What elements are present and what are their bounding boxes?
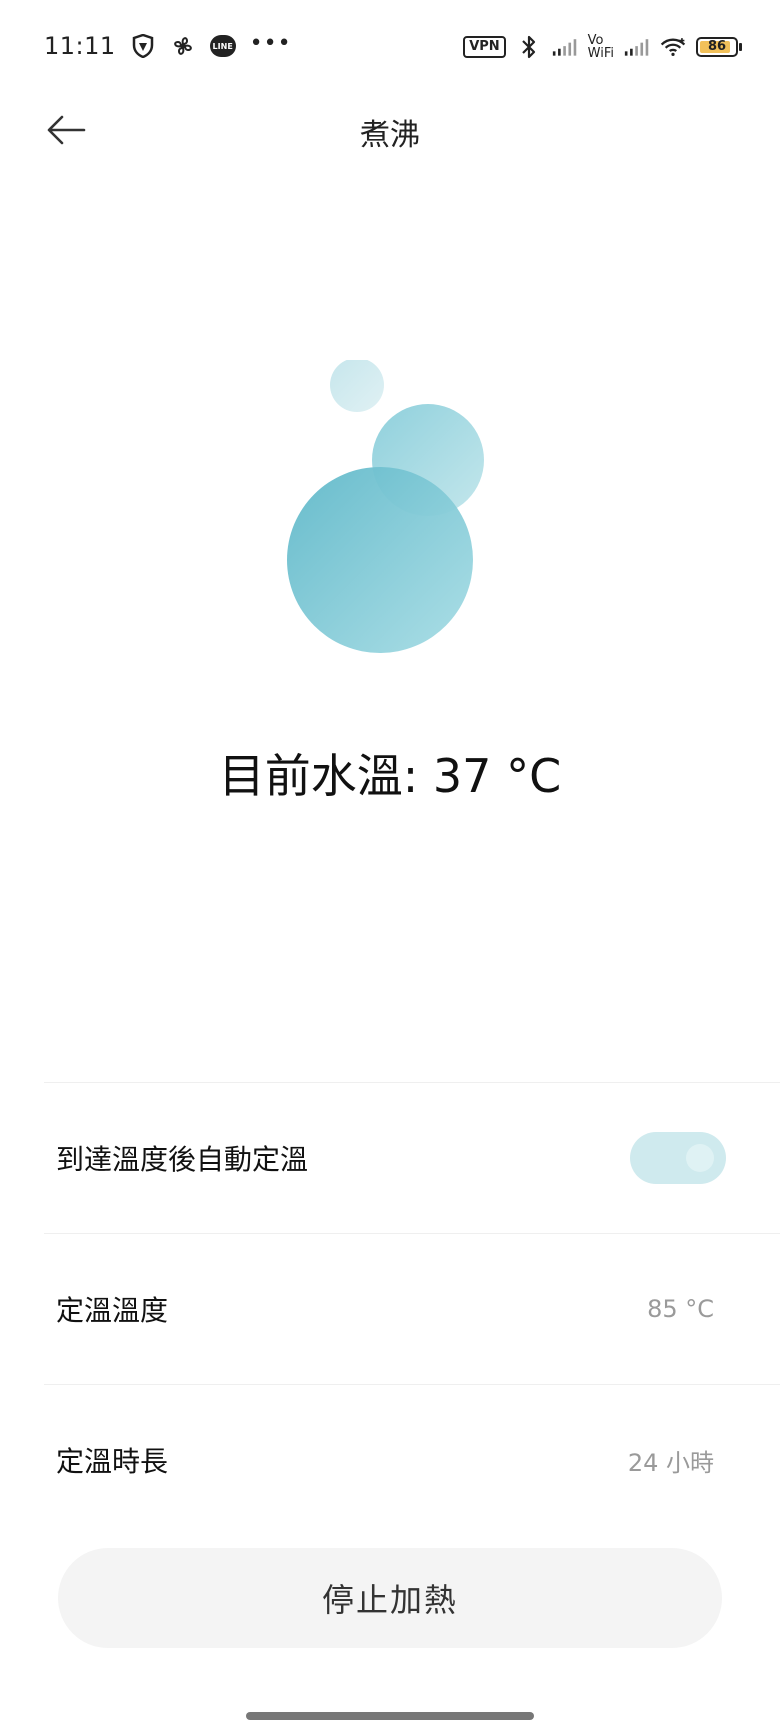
keep-warm-temp-label: 定溫溫度 [56, 1294, 169, 1327]
keep-warm-duration-row[interactable]: 定溫時長 24 小時 [44, 1385, 780, 1535]
page-title: 煮沸 [360, 118, 420, 153]
line-app-label: LINE [209, 35, 236, 57]
signal-icon-1 [552, 34, 578, 60]
stop-heating-button[interactable]: 停止加熱 [58, 1548, 722, 1648]
signal-icon-2 [624, 34, 650, 60]
vowifi-icon: Vo WiFi [588, 34, 614, 60]
more-notifications-icon: ••• [249, 30, 292, 56]
bubble-large [287, 467, 473, 653]
home-indicator[interactable] [246, 1712, 534, 1720]
battery-level: 86 [707, 39, 727, 54]
status-time: 11:11 [44, 32, 116, 60]
line-app-icon: LINE [209, 33, 236, 59]
keep-warm-temp-row[interactable]: 定溫溫度 85 °C [44, 1234, 780, 1384]
settings-list: 到達溫度後自動定溫 定溫溫度 85 °C 定溫時長 24 小時 [44, 1082, 780, 1535]
battery-icon: 86 [696, 37, 742, 57]
boiling-illustration [0, 358, 780, 680]
header: 煮沸 [0, 90, 780, 170]
vowifi-bottom: WiFi [587, 46, 614, 61]
shield-icon [130, 33, 156, 59]
keep-warm-duration-label: 定溫時長 [56, 1445, 169, 1478]
bluetooth-icon [516, 34, 542, 60]
vpn-icon: VPN [463, 36, 506, 58]
status-right: VPN Vo WiFi 86 [463, 34, 742, 60]
fan-icon [170, 33, 196, 59]
auto-keep-warm-label: 到達溫度後自動定溫 [56, 1143, 309, 1176]
keep-warm-temp-value: 85 °C [647, 1295, 714, 1323]
auto-keep-warm-row[interactable]: 到達溫度後自動定溫 [44, 1083, 780, 1233]
keep-warm-duration-value: 24 小時 [627, 1448, 714, 1477]
toggle-knob [686, 1144, 714, 1172]
wifi-icon [660, 34, 686, 60]
status-bar: 11:11 LINE ••• VPN Vo WiFi 86 [0, 0, 780, 100]
bubble-small [330, 358, 384, 412]
status-left: 11:11 LINE ••• [44, 30, 292, 61]
battery-cap [739, 43, 742, 51]
current-temperature: 目前水溫: 37 °C [218, 749, 562, 803]
auto-keep-warm-toggle[interactable] [630, 1132, 726, 1184]
